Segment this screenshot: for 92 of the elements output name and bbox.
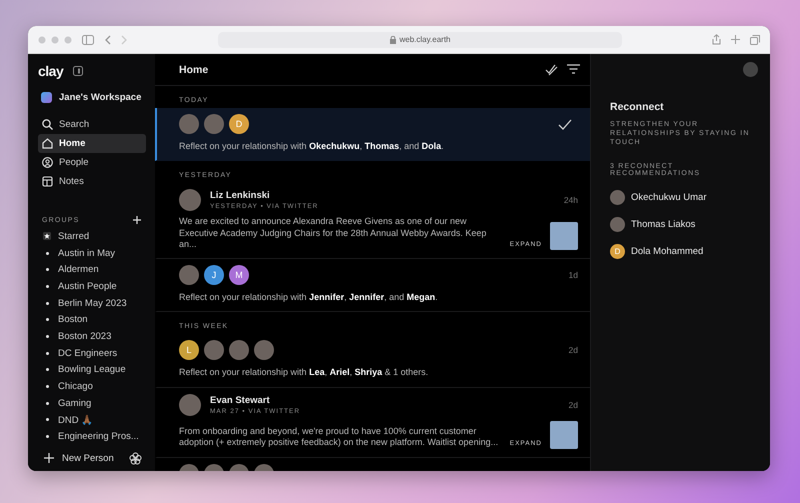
group-item[interactable]: Aldermen — [38, 261, 146, 278]
plus-icon — [44, 453, 54, 463]
reflect-text: Reflect on your relationship with Jennifer, Jennifer, and Megan. — [179, 292, 439, 304]
share-icon[interactable] — [712, 34, 721, 45]
bullet-icon — [46, 385, 48, 388]
group-item[interactable]: Berlin May 2023 — [38, 294, 146, 312]
letter-avatar: M — [229, 265, 249, 285]
item-time: 1d — [568, 270, 578, 280]
sidebar-toggle-icon[interactable] — [82, 34, 94, 44]
group-item[interactable]: Boston — [38, 311, 146, 328]
address-bar[interactable]: web.clay.earth — [218, 32, 622, 48]
nav-item[interactable]: Home — [38, 134, 146, 153]
feed-item[interactable]: L 2d Reflect on your relationship with Lea, Ariel, Shriya & 1 others. — [155, 334, 590, 388]
person-icon — [42, 157, 53, 168]
back-icon[interactable] — [104, 34, 111, 44]
nav-item[interactable]: Notes — [38, 172, 146, 191]
feed-item[interactable]: J M 1d Reflect on your relationship with Jennifer, Jennifer, and Megan. — [155, 259, 590, 312]
lock-icon — [390, 36, 396, 44]
sidebar-collapse-icon[interactable] — [73, 66, 84, 76]
photo-placeholder — [179, 265, 199, 285]
item-time: 2d — [568, 400, 578, 410]
group-item[interactable]: Gaming — [38, 394, 146, 412]
profile-avatar[interactable] — [743, 62, 758, 77]
home-icon — [42, 138, 53, 149]
bullet-icon — [46, 284, 48, 288]
flower-icon[interactable] — [129, 452, 142, 464]
bullet-icon — [46, 418, 48, 422]
new-person-button[interactable]: New Person — [44, 452, 114, 464]
photo-placeholder — [610, 190, 625, 206]
person-item[interactable]: Thomas Liakos — [610, 211, 758, 238]
star-icon — [43, 232, 51, 240]
letter-avatar: D — [610, 244, 625, 260]
photo-placeholder — [254, 340, 274, 360]
person-item[interactable]: D Dola Mohammed — [610, 238, 758, 266]
author-name: Evan Stewart — [210, 394, 271, 406]
person-item[interactable]: Okechukwu Umar — [610, 184, 758, 212]
item-time: 24h — [564, 195, 578, 206]
new-tab-icon[interactable] — [731, 35, 740, 44]
search-icon — [42, 119, 53, 130]
photo-placeholder — [204, 340, 224, 360]
bullet-icon — [46, 268, 48, 272]
group-item[interactable]: Chicago — [38, 378, 146, 395]
photo-placeholder — [179, 114, 199, 134]
reflect-text: Reflect on your relationship with Lea, Ariel, Shriya & 1 others. — [179, 367, 430, 378]
bullet-icon — [46, 318, 48, 322]
app-logo: clay — [38, 63, 64, 79]
letter-avatar: J — [204, 265, 224, 285]
image-placeholder — [550, 420, 578, 448]
forward-icon[interactable] — [121, 34, 128, 44]
panel-title: Reconnect — [610, 101, 665, 113]
nav-item[interactable]: People — [38, 153, 146, 172]
bullet-icon — [46, 334, 48, 338]
check-icon[interactable] — [558, 118, 572, 130]
group-item[interactable]: Bowling League — [38, 362, 146, 378]
url-text: web.clay.earth — [400, 35, 450, 44]
bullet-icon — [46, 402, 48, 405]
double-check-icon[interactable] — [545, 64, 558, 76]
bullet-icon — [46, 252, 48, 255]
bullet-icon — [46, 352, 48, 355]
photo-placeholder — [610, 217, 625, 232]
group-item[interactable]: Starred — [38, 228, 146, 245]
group-item[interactable]: DC Engineers — [38, 344, 146, 362]
post-text: From onboarding and beyond, we're proud to have 100% current customer adoption (+ extremely positive feedback) on the new platform. Waitlist opening... — [179, 426, 500, 448]
window-controls-icon[interactable] — [38, 36, 72, 44]
group-item[interactable]: Austin in May — [38, 244, 146, 262]
author-name: Liz Lenkinski — [210, 190, 271, 202]
photo-placeholder — [204, 114, 224, 134]
page-title: Home — [179, 64, 208, 76]
letter-avatar: D — [229, 114, 249, 134]
nav-item[interactable]: Search — [38, 115, 146, 134]
letter-avatar: L — [179, 340, 199, 360]
reflect-text: Reflect on your relationship with Okechukwu, Thomas, and Dola. — [179, 141, 445, 152]
add-group-icon[interactable] — [133, 216, 141, 224]
post-text: We are excited to announce Alexandra Reeve Givens as one of our new Executive Academy Judging Chairs for the 28th Annual Webby Awards. Keep an... — [179, 216, 488, 250]
feed-item[interactable]: D Reflect on your relationship with Okechukwu, Thomas, and Dola. — [155, 108, 590, 162]
group-item[interactable]: Engineering Pros... — [38, 428, 146, 445]
filter-icon[interactable] — [567, 64, 580, 74]
bullet-icon — [46, 368, 48, 372]
group-item[interactable]: Boston 2023 — [38, 328, 146, 345]
group-item[interactable]: DND 🙏🏾 — [38, 412, 146, 428]
image-placeholder — [550, 222, 578, 250]
bullet-icon — [46, 435, 48, 438]
bullet-icon — [46, 302, 48, 305]
photo-placeholder — [229, 340, 249, 360]
item-time: 2d — [568, 345, 578, 356]
workspace-name[interactable]: Jane's Workspace — [59, 92, 142, 103]
workspace-icon — [41, 92, 52, 103]
author-photo-placeholder — [179, 189, 201, 212]
tabs-icon[interactable] — [750, 34, 760, 44]
group-item[interactable]: Austin People — [38, 278, 146, 295]
author-photo-placeholder — [179, 394, 201, 416]
notes-icon — [42, 176, 53, 187]
